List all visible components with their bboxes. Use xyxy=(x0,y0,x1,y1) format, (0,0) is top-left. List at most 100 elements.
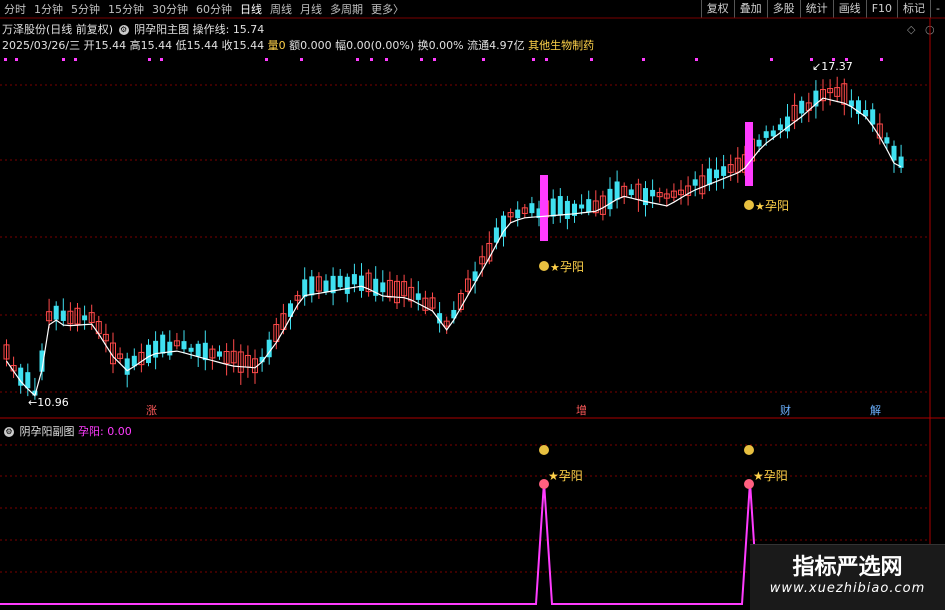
marker-dot xyxy=(532,58,535,61)
candle xyxy=(699,163,706,200)
money-bag-icon xyxy=(744,200,754,210)
candle xyxy=(315,272,322,299)
marker-dot xyxy=(300,58,303,61)
marker-dot xyxy=(74,58,77,61)
candle-body xyxy=(515,209,521,219)
candle xyxy=(635,178,642,212)
candle-body xyxy=(195,343,201,357)
marker-dot xyxy=(880,58,883,61)
candle xyxy=(643,181,648,217)
marker-dot xyxy=(420,58,423,61)
event-label: 解 xyxy=(870,403,881,417)
candle xyxy=(67,302,74,331)
low-price-label: ←10.96 xyxy=(28,396,69,409)
candle xyxy=(373,266,379,302)
candle xyxy=(607,177,613,217)
candle xyxy=(813,80,819,119)
candle-body xyxy=(309,276,315,296)
candle-body xyxy=(146,344,151,364)
sub-panel-title[interactable]: 阴孕阳副图 xyxy=(20,425,75,438)
candle xyxy=(592,190,599,217)
money-bag-icon xyxy=(539,261,549,271)
candle xyxy=(10,356,17,379)
candle xyxy=(302,267,308,306)
candle xyxy=(146,339,151,367)
marker-dot xyxy=(482,58,485,61)
candle-body xyxy=(564,200,570,219)
candle xyxy=(359,263,364,298)
candle xyxy=(820,79,826,111)
candle-body xyxy=(714,169,719,179)
signal-marker: ★ 孕阳 xyxy=(539,260,584,274)
candle-body xyxy=(53,305,59,320)
candle xyxy=(472,261,478,294)
candle xyxy=(237,344,244,385)
candle xyxy=(95,315,102,340)
candle-body xyxy=(302,279,308,297)
candle xyxy=(74,303,81,332)
candle xyxy=(550,189,556,224)
candle xyxy=(714,157,719,191)
signal-label: 孕阳 xyxy=(765,199,789,213)
candle xyxy=(529,196,535,218)
candle-body xyxy=(770,130,776,137)
candle-body xyxy=(415,293,421,300)
candle-body xyxy=(579,204,585,209)
candle xyxy=(834,76,841,103)
marker-dot xyxy=(695,58,698,61)
candle xyxy=(799,96,805,123)
sub-panel-label: 孕阳: xyxy=(78,425,104,438)
candle-body xyxy=(870,109,876,125)
kline-chart[interactable]: ↙17.37←10.96★ 孕阳★ 孕阳涨增财解 ★孕阳 ★孕阳 xyxy=(0,0,945,609)
sub-panel-value: 0.00 xyxy=(107,425,132,438)
marker-dot xyxy=(62,58,65,61)
signal-candle xyxy=(745,122,753,186)
candle xyxy=(173,332,180,350)
marker-dot xyxy=(370,58,373,61)
marker-dot xyxy=(160,58,163,61)
candle-body xyxy=(217,351,222,357)
candle-body xyxy=(351,274,357,285)
marker-dot xyxy=(433,58,436,61)
watermark-title: 指标严选网 xyxy=(792,555,903,580)
candle xyxy=(479,245,486,277)
candle xyxy=(153,331,159,370)
candle xyxy=(692,171,698,197)
candle-body xyxy=(359,275,364,291)
candle xyxy=(415,281,421,311)
marker-dot xyxy=(15,58,18,61)
candle xyxy=(564,195,570,230)
candle-body xyxy=(628,189,634,196)
signal-marker: ★ 孕阳 xyxy=(744,199,789,213)
candle xyxy=(521,204,528,218)
candle-body xyxy=(586,199,592,213)
marker-dot xyxy=(545,58,548,61)
candle-body xyxy=(167,341,173,356)
candle xyxy=(515,201,521,227)
candle xyxy=(486,231,493,265)
candle xyxy=(337,268,343,291)
candle-body xyxy=(202,342,208,361)
candle-body xyxy=(607,188,613,210)
candle-body xyxy=(721,166,727,176)
candle-body xyxy=(550,198,556,217)
candle-body xyxy=(777,124,783,131)
candle xyxy=(429,292,436,312)
money-bag-icon xyxy=(539,445,549,455)
marker-dot xyxy=(590,58,593,61)
candle xyxy=(181,330,187,354)
candle-body xyxy=(124,358,130,375)
candle-body xyxy=(650,189,656,197)
candle-body xyxy=(799,100,805,114)
candle xyxy=(223,343,230,376)
candle xyxy=(330,267,336,306)
candle xyxy=(628,184,634,199)
candle-body xyxy=(891,145,897,161)
marker-dot xyxy=(4,58,7,61)
candle xyxy=(217,345,222,360)
candle-body xyxy=(614,181,620,200)
candle xyxy=(138,343,145,373)
marker-dot xyxy=(770,58,773,61)
candle xyxy=(60,298,66,327)
settings-icon[interactable]: ⚙ xyxy=(4,427,14,437)
